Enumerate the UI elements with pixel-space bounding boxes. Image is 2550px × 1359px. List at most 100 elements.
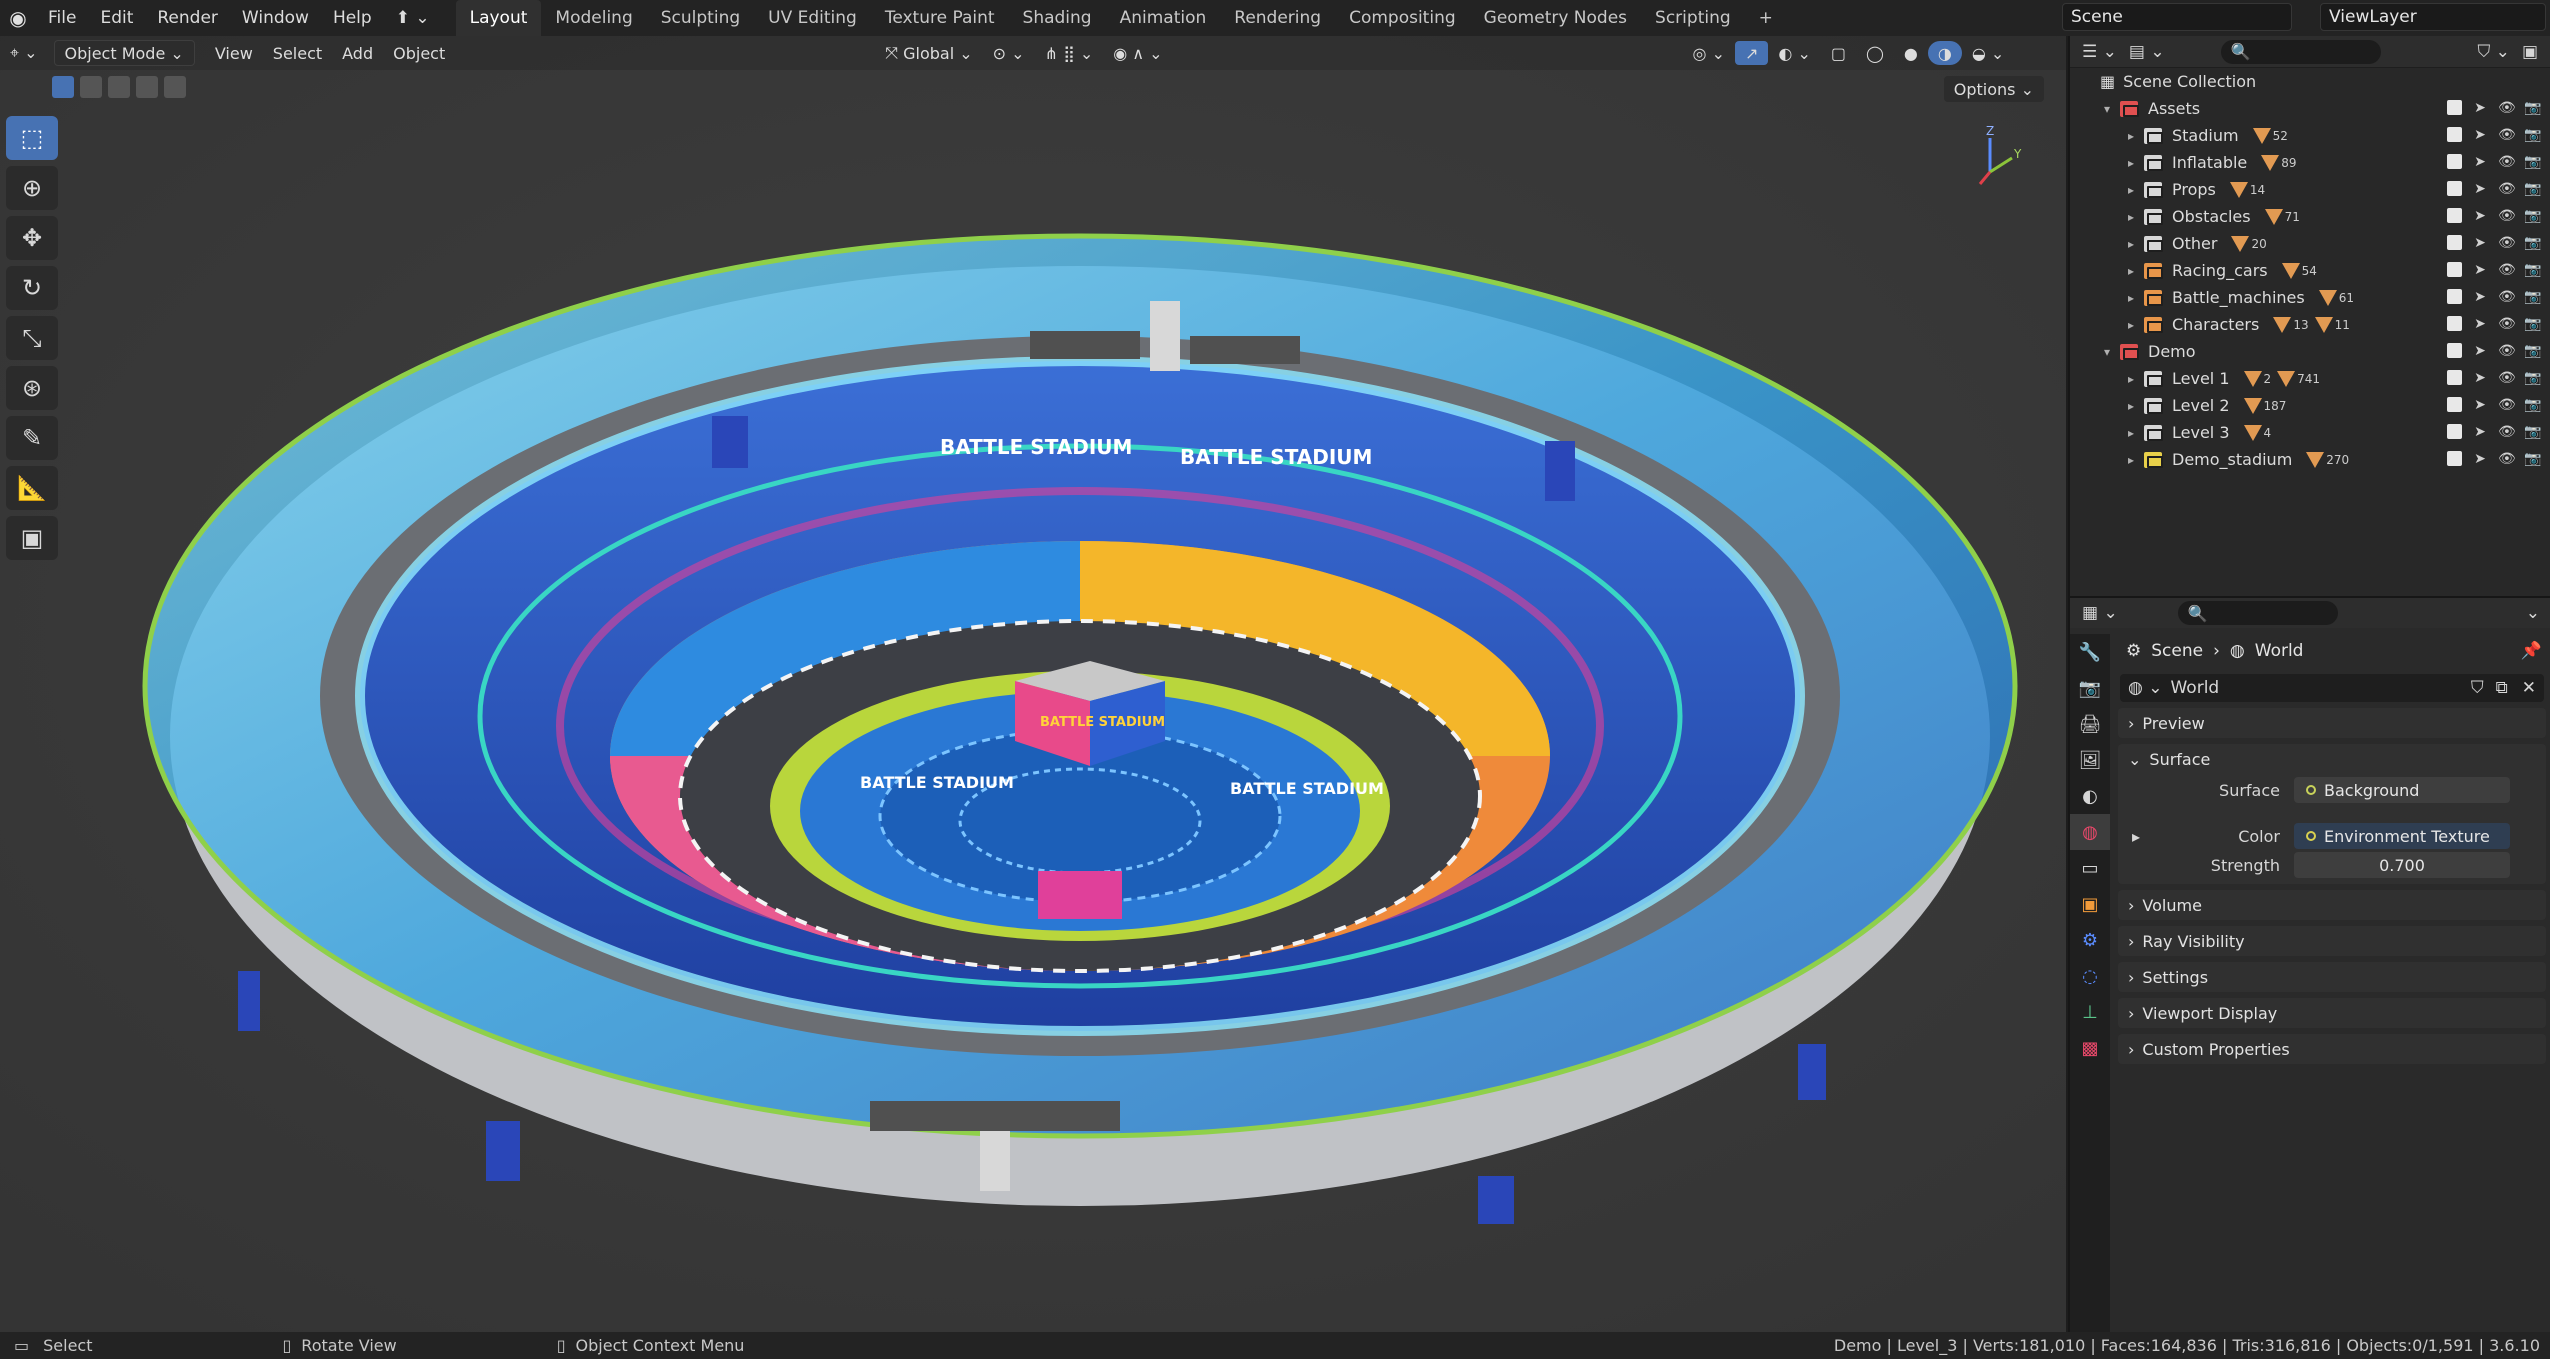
tab-geometry-nodes[interactable]: Geometry Nodes (1470, 0, 1641, 36)
outliner-row[interactable]: ▸ Level 1 2 741 ➤ 👁 📷 (2070, 365, 2550, 392)
rotate-tool-icon[interactable]: ↻ (6, 266, 58, 310)
render-camera-icon[interactable]: 📷 (2524, 451, 2541, 467)
selectable-arrow-icon[interactable]: ➤ (2472, 208, 2488, 224)
gizmo-toggle-icon[interactable]: ↗ (1734, 41, 1769, 65)
duplicate-icon[interactable]: ⧉ (2490, 678, 2514, 698)
visibility-eye-icon[interactable]: 👁 (2498, 154, 2516, 170)
exclude-checkbox[interactable] (2447, 289, 2462, 304)
annotate-tool-icon[interactable]: ✎ (6, 416, 58, 460)
collection-tab-icon[interactable]: ▭ (2070, 850, 2110, 886)
collapse-arrow-icon[interactable]: ▸ (2128, 210, 2144, 224)
exclude-checkbox[interactable] (2447, 154, 2462, 169)
collapse-arrow-icon[interactable]: ▸ (2128, 264, 2144, 278)
outliner-row[interactable]: ▸ Inflatable 89 ➤ 👁 📷 (2070, 149, 2550, 176)
collapse-arrow-icon[interactable]: ▸ (2128, 183, 2144, 197)
surface-shader-field[interactable]: Background (2294, 777, 2510, 803)
select-intersect-icon[interactable] (164, 76, 186, 98)
outliner-row[interactable]: ▸ Other 20 ➤ 👁 📷 (2070, 230, 2550, 257)
render-camera-icon[interactable]: 📷 (2524, 343, 2541, 359)
visibility-eye-icon[interactable]: 👁 (2498, 316, 2516, 332)
world-name-field[interactable]: World (2170, 678, 2464, 698)
tab-modeling[interactable]: Modeling (541, 0, 646, 36)
exclude-checkbox[interactable] (2447, 397, 2462, 412)
exclude-checkbox[interactable] (2447, 424, 2462, 439)
scene-tab-icon[interactable]: ◐ (2070, 778, 2110, 814)
exclude-checkbox[interactable] (2447, 181, 2462, 196)
render-camera-icon[interactable]: 📷 (2524, 154, 2541, 170)
visibility-eye-icon[interactable]: 👁 (2498, 100, 2516, 116)
render-camera-icon[interactable]: 📷 (2524, 100, 2541, 116)
render-camera-icon[interactable]: 📷 (2524, 235, 2541, 251)
scale-tool-icon[interactable]: ⤡ (6, 316, 58, 360)
outliner-row[interactable]: ▾ Assets ➤ 👁 📷 (2070, 95, 2550, 122)
tab-layout[interactable]: Layout (455, 0, 542, 36)
visibility-eye-icon[interactable]: 👁 (2498, 127, 2516, 143)
editor-type-icon[interactable]: ⌖ ⌄ (0, 40, 48, 66)
menu-file[interactable]: File (36, 0, 88, 36)
outliner-row[interactable]: ▸ Props 14 ➤ 👁 📷 (2070, 176, 2550, 203)
options-dropdown[interactable]: Options ⌄ (1943, 76, 2044, 102)
render-camera-icon[interactable]: 📷 (2524, 208, 2541, 224)
add-workspace-icon[interactable]: + (1745, 0, 1787, 36)
exclude-checkbox[interactable] (2447, 316, 2462, 331)
blender-logo-icon[interactable]: ◉ (0, 0, 36, 36)
selectable-arrow-icon[interactable]: ➤ (2472, 235, 2488, 251)
tab-compositing[interactable]: Compositing (1335, 0, 1470, 36)
move-tool-icon[interactable]: ✥ (6, 216, 58, 260)
physics-tab-icon[interactable]: ◌ (2070, 958, 2110, 994)
visibility-eye-icon[interactable]: 👁 (2498, 181, 2516, 197)
exclude-checkbox[interactable] (2447, 127, 2462, 142)
selectable-arrow-icon[interactable]: ➤ (2472, 154, 2488, 170)
add-cube-tool-icon[interactable]: ▣ (6, 516, 58, 560)
tab-scripting[interactable]: Scripting (1641, 0, 1745, 36)
outliner-row[interactable]: ▸ Demo_stadium 270 ➤ 👁 📷 (2070, 446, 2550, 473)
selectable-arrow-icon[interactable]: ➤ (2472, 316, 2488, 332)
volume-panel[interactable]: › Volume (2118, 890, 2546, 920)
wireframe-shading-icon[interactable]: ◯ (1856, 40, 1894, 66)
selectable-arrow-icon[interactable]: ➤ (2472, 289, 2488, 305)
tool-tab-icon[interactable]: 🔧 (2070, 634, 2110, 670)
render-camera-icon[interactable]: 📷 (2524, 370, 2541, 386)
material-shading-icon[interactable]: ◑ (1927, 41, 1962, 65)
settings-panel[interactable]: › Settings (2118, 962, 2546, 992)
snap-icon[interactable]: ⋔ ⣿ ⌄ (1035, 40, 1104, 66)
expand-arrow-icon[interactable]: ▾ (2104, 345, 2120, 359)
world-browse-icon[interactable]: ◍ ⌄ (2120, 678, 2170, 698)
properties-options-icon[interactable]: ⌄ (2526, 603, 2540, 623)
selectable-arrow-icon[interactable]: ➤ (2472, 262, 2488, 278)
visibility-eye-icon[interactable]: 👁 (2498, 208, 2516, 224)
menu-select[interactable]: Select (263, 40, 332, 66)
scene-collection-row[interactable]: ▦ Scene Collection (2070, 68, 2550, 95)
selectable-arrow-icon[interactable]: ➤ (2472, 343, 2488, 359)
outliner-row[interactable]: ▸ Characters 13 11 ➤ 👁 📷 (2070, 311, 2550, 338)
surface-panel[interactable]: ⌄ Surface Surface Background ▸ Color Envir… (2118, 744, 2546, 884)
scene-selector[interactable]: Scene (2062, 3, 2292, 31)
tab-animation[interactable]: Animation (1106, 0, 1221, 36)
exclude-checkbox[interactable] (2447, 451, 2462, 466)
selectable-arrow-icon[interactable]: ➤ (2472, 451, 2488, 467)
exclude-checkbox[interactable] (2447, 235, 2462, 250)
navigation-gizmo[interactable]: Z Y (1950, 122, 2030, 192)
collapse-arrow-icon[interactable]: ▸ (2128, 318, 2144, 332)
menu-help[interactable]: Help (321, 0, 384, 36)
outliner-row[interactable]: ▾ Demo ➤ 👁 📷 (2070, 338, 2550, 365)
object-tab-icon[interactable]: ▣ (2070, 886, 2110, 922)
selectable-arrow-icon[interactable]: ➤ (2472, 397, 2488, 413)
render-camera-icon[interactable]: 📷 (2524, 289, 2541, 305)
collapse-arrow-icon[interactable]: ▸ (2128, 237, 2144, 251)
outliner-row[interactable]: ▸ Obstacles 71 ➤ 👁 📷 (2070, 203, 2550, 230)
outliner-search[interactable]: 🔍 (2220, 39, 2381, 64)
visibility-eye-icon[interactable]: 👁 (2498, 289, 2516, 305)
selectable-arrow-icon[interactable]: ➤ (2472, 127, 2488, 143)
outliner-row[interactable]: ▸ Level 3 4 ➤ 👁 📷 (2070, 419, 2550, 446)
exclude-checkbox[interactable] (2447, 343, 2462, 358)
new-collection-icon[interactable]: ▣ (2522, 42, 2538, 62)
3d-viewport[interactable]: BATTLE STADIUM BATTLE STADIUM BATTLE STA… (0, 36, 2066, 1332)
tab-sculpting[interactable]: Sculpting (647, 0, 754, 36)
select-box-tool-icon[interactable]: ⬚ (6, 116, 58, 160)
menu-window[interactable]: Window (230, 0, 321, 36)
collapse-arrow-icon[interactable]: ▸ (2128, 372, 2144, 386)
custom-properties-panel[interactable]: › Custom Properties (2118, 1034, 2546, 1064)
tab-shading[interactable]: Shading (1009, 0, 1106, 36)
modifier-tab-icon[interactable]: ⚙ (2070, 922, 2110, 958)
